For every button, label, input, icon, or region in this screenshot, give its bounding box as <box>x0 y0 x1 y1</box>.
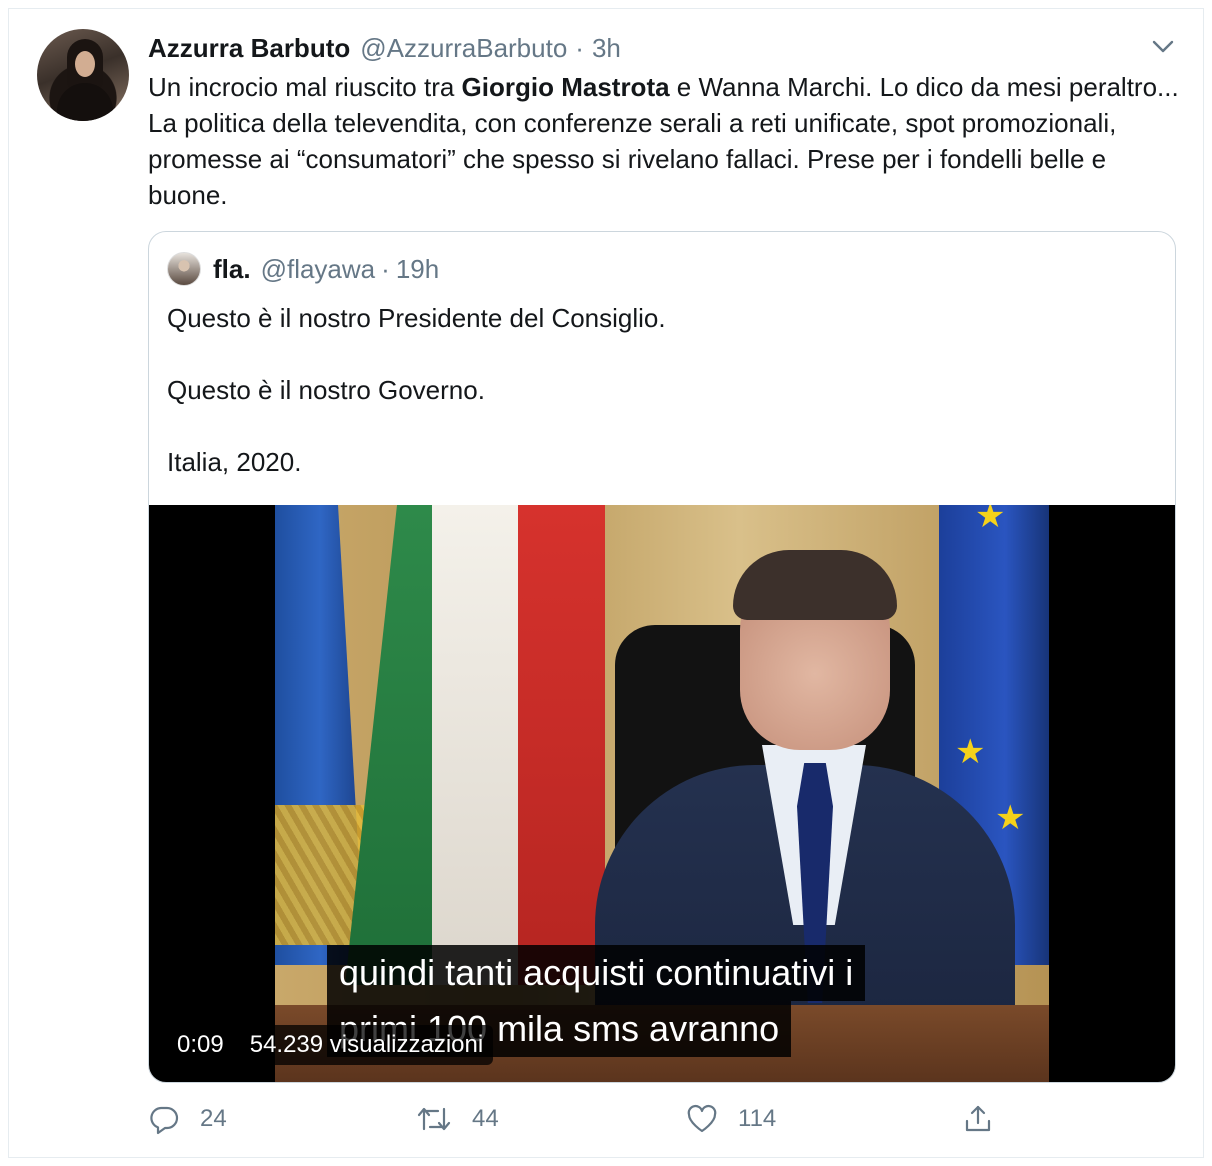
tweet-text-part1: Un incrocio mal riuscito tra <box>148 72 462 102</box>
tweet-actions: 24 44 114 <box>148 1099 1048 1139</box>
video-subtitle-line1: quindi tanti acquisti continuativi i <box>327 945 866 1001</box>
tweet-header: Azzurra Barbuto @AzzurraBarbuto · 3h <box>148 31 621 65</box>
like-count: 114 <box>738 1105 777 1132</box>
quote-separator-dot: · <box>381 253 390 284</box>
reply-icon <box>150 1106 179 1135</box>
quote-time[interactable]: 19h <box>396 254 439 285</box>
retweet-button[interactable]: 44 <box>416 1099 499 1139</box>
heart-icon <box>687 1104 717 1133</box>
video-elapsed-time: 0:09 <box>177 1031 224 1058</box>
avatar-body <box>57 83 113 121</box>
like-button[interactable]: 114 <box>686 1099 776 1139</box>
retweet-count: 44 <box>472 1105 499 1132</box>
quote-header: fla. @flayawa · 19h <box>167 252 439 286</box>
video-views: 54.239 visualizzazioni <box>249 1031 484 1058</box>
share-button[interactable] <box>962 1099 1014 1139</box>
author-name[interactable]: Azzurra Barbuto <box>148 33 350 64</box>
eu-star-icon: ★ <box>955 733 986 771</box>
eu-star-icon: ★ <box>995 799 1026 837</box>
quote-author-handle[interactable]: @flayawa <box>261 254 376 285</box>
avatar-face <box>75 51 95 77</box>
quote-paragraph: Questo è il nostro Presidente del Consig… <box>167 303 666 333</box>
share-icon <box>965 1105 991 1132</box>
chevron-down-icon[interactable] <box>1149 35 1177 59</box>
tweet-card[interactable]: Azzurra Barbuto @AzzurraBarbuto · 3h Un … <box>8 8 1204 1158</box>
italian-flag <box>345 505 605 985</box>
quote-author-name[interactable]: fla. <box>213 254 251 285</box>
quote-paragraph: Italia, 2020. <box>167 447 302 477</box>
flag-fringe <box>275 805 365 945</box>
reply-count: 24 <box>200 1105 227 1132</box>
quote-text: Questo è il nostro Presidente del Consig… <box>167 300 1147 516</box>
video-meta-badge: 0:09 54.239 visualizzazioni <box>167 1025 494 1065</box>
separator-dot: · <box>575 32 584 63</box>
person-hair <box>733 550 897 620</box>
tweet-text-bold: Giorgio Mastrota <box>461 72 670 102</box>
author-avatar[interactable] <box>37 29 129 121</box>
quote-author-avatar[interactable] <box>167 252 201 286</box>
quoted-tweet[interactable]: fla. @flayawa · 19h Questo è il nostro P… <box>148 231 1176 1083</box>
eu-star-icon: ★ <box>975 505 1006 535</box>
video-player[interactable]: ★ ★ ★ quindi tanti acquisti continuativi… <box>149 505 1175 1082</box>
tweet-time[interactable]: 3h <box>592 33 621 64</box>
author-handle[interactable]: @AzzurraBarbuto <box>360 33 567 64</box>
tweet-text: Un incrocio mal riuscito tra Giorgio Mas… <box>148 69 1188 213</box>
retweet-icon <box>417 1107 451 1131</box>
reply-button[interactable]: 24 <box>148 1099 227 1139</box>
quote-paragraph: Questo è il nostro Governo. <box>167 375 485 405</box>
